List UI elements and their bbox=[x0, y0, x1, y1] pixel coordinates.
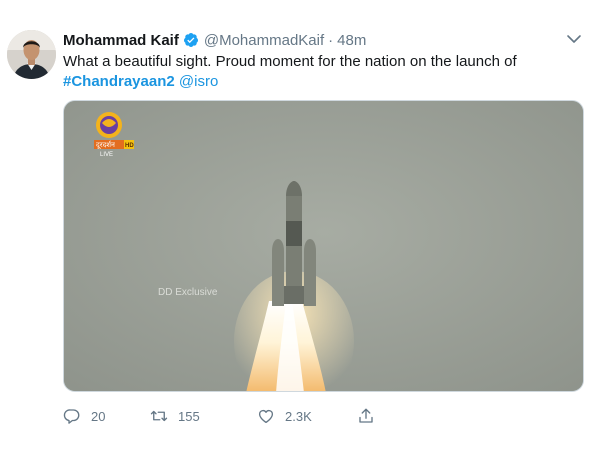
tweet-timestamp[interactable]: 48m bbox=[337, 32, 366, 49]
reply-button[interactable]: 20 bbox=[63, 407, 150, 425]
retweet-count: 155 bbox=[178, 408, 200, 424]
caret-down-icon[interactable] bbox=[566, 33, 582, 45]
reply-count: 20 bbox=[91, 408, 106, 424]
reply-icon bbox=[63, 409, 80, 424]
retweet-icon bbox=[150, 410, 168, 422]
tweet-text-body: What a beautiful sight. Proud moment for… bbox=[63, 53, 517, 70]
dd-exclusive-watermark: DD Exclusive bbox=[158, 287, 218, 298]
avatar-photo bbox=[7, 30, 56, 79]
tweet[interactable]: Mohammad Kaif @MohammadKaif · 48m What a… bbox=[0, 0, 600, 450]
tweet-media[interactable]: दूरदर्शन HD LIVE DD Exclusive bbox=[63, 100, 584, 392]
separator-dot: · bbox=[328, 31, 334, 49]
like-count: 2.3K bbox=[285, 408, 312, 424]
like-icon bbox=[258, 409, 274, 424]
channel-label: दूरदर्शन bbox=[96, 140, 115, 150]
author-name[interactable]: Mohammad Kaif bbox=[63, 32, 179, 49]
hashtag-link[interactable]: #Chandrayaan2 bbox=[63, 73, 175, 90]
share-icon bbox=[359, 408, 373, 423]
verified-icon bbox=[183, 33, 198, 47]
like-button[interactable]: 2.3K bbox=[257, 407, 357, 425]
hd-label: HD bbox=[125, 143, 134, 149]
author-handle[interactable]: @MohammadKaif bbox=[204, 32, 324, 49]
live-label: LIVE bbox=[100, 152, 113, 158]
tweet-header: Mohammad Kaif @MohammadKaif · 48m bbox=[63, 30, 366, 50]
rocket-launch-image: दूरदर्शन HD LIVE DD Exclusive bbox=[64, 101, 583, 391]
mention-link[interactable]: @isro bbox=[179, 73, 218, 90]
avatar[interactable] bbox=[7, 30, 56, 79]
tweet-text: What a beautiful sight. Proud moment for… bbox=[63, 52, 583, 92]
share-button[interactable] bbox=[357, 407, 375, 425]
retweet-button[interactable]: 155 bbox=[150, 407, 257, 425]
tweet-actions: 20 155 2.3K bbox=[63, 405, 375, 427]
dd-logo bbox=[94, 112, 134, 149]
